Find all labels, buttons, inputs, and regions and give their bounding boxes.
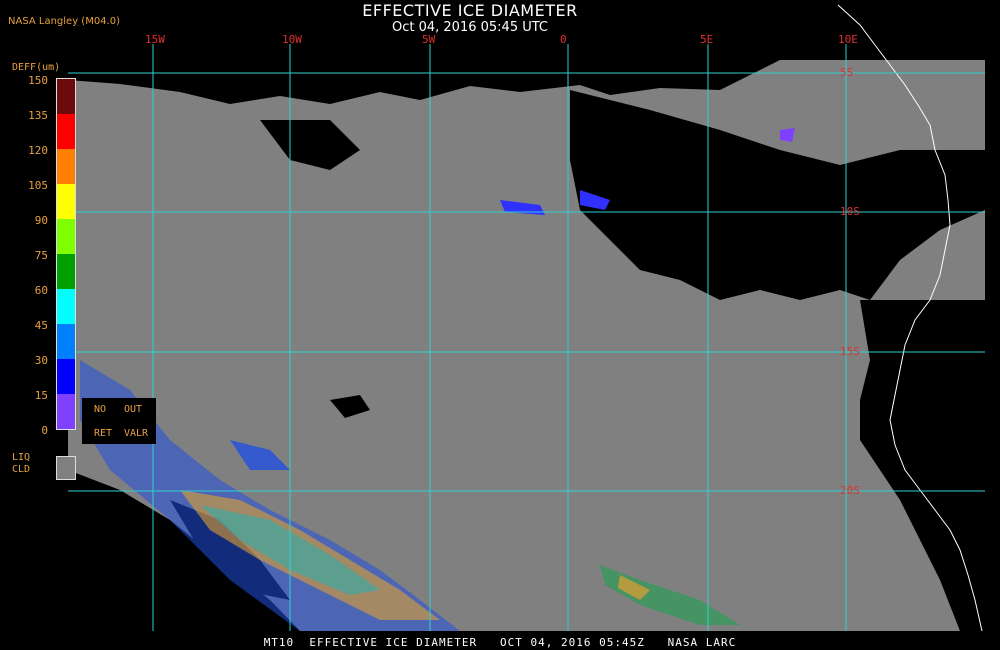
longitude-label: 10E: [838, 33, 858, 46]
legend-unit-label: DEFF(um): [12, 62, 61, 73]
out-label: OUT: [124, 404, 143, 415]
legend-color-segment: [57, 254, 75, 289]
liquid-cloud-label: LIQ CLD: [12, 452, 30, 476]
legend-tick-label: 30: [34, 354, 48, 367]
legend-tick-label: 15: [34, 389, 48, 402]
liq-label: LIQ: [12, 452, 31, 463]
legend-tick-label: 75: [34, 249, 48, 262]
longitude-label: 5E: [700, 33, 714, 46]
longitude-label: 0: [560, 33, 567, 46]
no-retrieval-legend: NO OUT RET VALR: [82, 398, 156, 444]
map-title: EFFECTIVE ICE DIAMETER: [362, 1, 578, 20]
legend-tick-label: 150: [28, 74, 48, 87]
legend-color-segment: [57, 149, 75, 184]
legend-tick-label: 105: [28, 179, 48, 192]
legend-tick-label: 90: [34, 214, 48, 227]
longitude-label: 15W: [145, 33, 165, 46]
latitude-label: 5S: [840, 66, 854, 79]
legend-color-segment: [57, 359, 75, 394]
legend-tick-label: 135: [28, 109, 48, 122]
legend-color-segment: [57, 219, 75, 254]
color-legend-bar: [56, 78, 76, 430]
no-label: NO: [94, 404, 107, 415]
legend-tick-label: 120: [28, 144, 48, 157]
legend-tick-label: 45: [34, 319, 48, 332]
legend-color-segment: [57, 184, 75, 219]
ret-label: RET: [94, 428, 113, 439]
cld-label: CLD: [12, 464, 31, 475]
legend-color-segment: [57, 289, 75, 324]
map-timestamp: Oct 04, 2016 05:45 UTC: [392, 20, 548, 35]
credit-label: NASA Langley (M04.0): [8, 16, 120, 27]
map-canvas: [68, 4, 985, 632]
liquid-cloud-swatch: [56, 456, 76, 480]
legend-color-segment: [57, 394, 75, 429]
latitude-label: 15S: [840, 345, 860, 358]
legend-color-segment: [57, 114, 75, 149]
legend-tick-label: 60: [34, 284, 48, 297]
latitude-label: 10S: [840, 205, 860, 218]
latitude-label: 20S: [840, 484, 860, 497]
footer-caption: MT10 EFFECTIVE ICE DIAMETER OCT 04, 2016…: [263, 636, 737, 649]
longitude-label: 5W: [422, 33, 436, 46]
legend-color-segment: [57, 324, 75, 359]
valr-label: VALR: [124, 428, 149, 439]
longitude-label: 10W: [282, 33, 302, 46]
legend-color-segment: [57, 79, 75, 114]
legend-tick-label: 0: [41, 424, 48, 437]
